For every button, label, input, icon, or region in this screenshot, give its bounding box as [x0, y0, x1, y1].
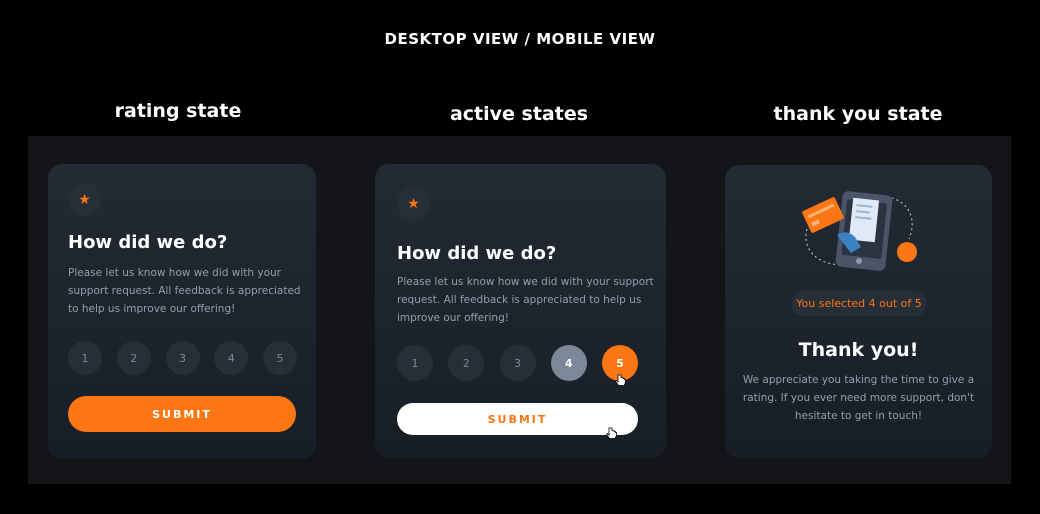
thank-you-title: Thank you! [798, 339, 919, 361]
rating-card: ★ How did we do? Please let us know how … [48, 164, 316, 459]
rating-options: 1 2 3 4 5 [68, 341, 297, 375]
phone-payment-illustration [802, 191, 917, 271]
rating-option-2[interactable]: 2 [448, 345, 485, 381]
card-description: Please let us know how we did with your … [397, 273, 659, 327]
rating-option-3[interactable]: 3 [165, 341, 200, 375]
description-line: We appreciate you taking the time to giv… [742, 374, 975, 386]
submit-button-hover[interactable]: SUBMIT [397, 403, 638, 435]
description-line: to help us improve our offering! [68, 303, 236, 315]
rating-option-5[interactable]: 5 [263, 341, 297, 375]
description-line: improve our offering! [397, 312, 509, 324]
description-line: Please let us know how we did with your … [397, 276, 654, 288]
rating-option-1[interactable]: 1 [68, 341, 102, 375]
rating-option-1[interactable]: 1 [397, 345, 433, 381]
rating-option-4[interactable]: 4 [214, 341, 249, 375]
description-line: request. All feedback is appreciated to … [397, 294, 642, 306]
thank-you-card: You selected 4 out of 5 Thank you! We ap… [725, 165, 992, 458]
hand-cursor-icon [615, 374, 626, 386]
section-label-active: active states [449, 103, 589, 125]
hand-cursor-icon [606, 427, 617, 439]
section-label-thanks: thank you state [773, 103, 943, 125]
thank-you-description: We appreciate you taking the time to giv… [735, 371, 982, 425]
card-title: How did we do? [68, 232, 228, 253]
star-icon: ★ [68, 183, 101, 216]
section-label-rating: rating state [114, 100, 242, 122]
description-line: rating. If you ever need more support, d… [742, 392, 975, 404]
rating-options: 1 2 3 4 5 [397, 345, 638, 381]
description-line: Please let us know how we did with your [68, 267, 281, 279]
description-line: hesitate to get in touch! [794, 410, 923, 422]
selected-rating-badge: You selected 4 out of 5 [791, 291, 927, 316]
preview-stage: ★ How did we do? Please let us know how … [28, 136, 1011, 484]
rating-option-3[interactable]: 3 [499, 345, 536, 381]
description-line: support request. All feedback is appreci… [68, 285, 301, 297]
rating-option-2[interactable]: 2 [116, 341, 151, 375]
star-icon: ★ [397, 187, 430, 220]
card-description: Please let us know how we did with your … [68, 264, 308, 318]
submit-button[interactable]: SUBMIT [68, 396, 296, 432]
active-rating-card: ★ How did we do? Please let us know how … [375, 164, 666, 458]
page-title: DESKTOP VIEW / MOBILE VIEW [384, 30, 656, 48]
card-title: How did we do? [397, 243, 557, 264]
rating-option-4-hover[interactable]: 4 [550, 345, 587, 381]
